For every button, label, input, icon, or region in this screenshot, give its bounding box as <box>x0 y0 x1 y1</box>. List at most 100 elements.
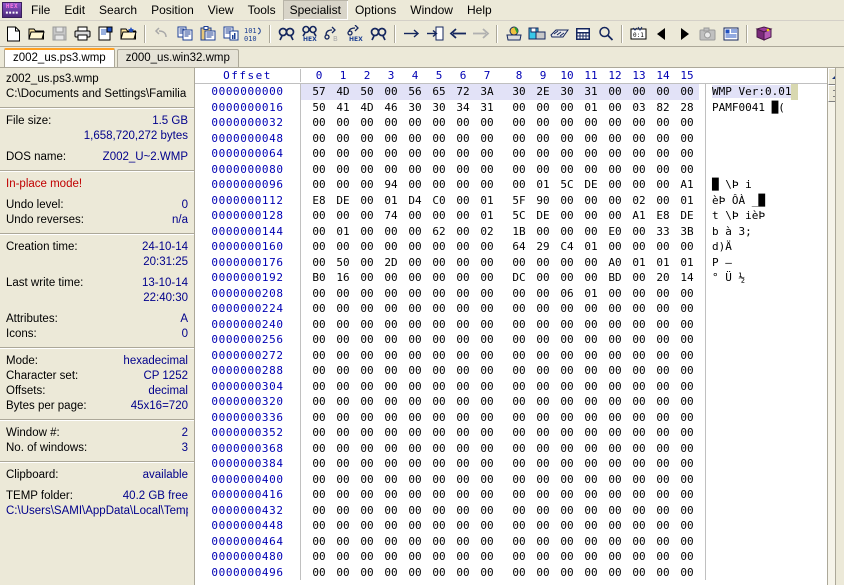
hex-row-bytes[interactable]: 00 00 00 00 00 00 00 00 00 00 00 00 00 00 00 00 <box>300 502 699 518</box>
hex-byte-cell[interactable]: 00 <box>355 395 379 408</box>
hex-row[interactable]: 0000000400 00 00 00 00 00 00 00 00 00 00 00 00 00 00 00… <box>195 471 827 487</box>
hex-byte-cell[interactable]: 00 <box>531 349 555 362</box>
hex-byte-cell[interactable]: 00 <box>531 287 555 300</box>
hex-byte-cell[interactable]: 00 <box>379 411 403 424</box>
hex-byte-cell[interactable]: 00 <box>331 473 355 486</box>
hex-byte-cell[interactable]: 00 <box>427 504 451 517</box>
hex-byte-cell[interactable]: 00 <box>427 550 451 563</box>
hex-byte-cell[interactable]: 00 <box>427 473 451 486</box>
hex-byte-cell[interactable]: 00 <box>579 488 603 501</box>
hex-byte-cell[interactable]: 00 <box>379 550 403 563</box>
hex-row-ascii[interactable] <box>705 394 827 410</box>
hex-byte-cell[interactable]: 01 <box>579 287 603 300</box>
hex-row[interactable]: 0000000096 00 00 00 94 00 00 00 00 00 01 5C DE 00 00 00… <box>195 177 827 193</box>
hex-byte-cell[interactable]: 00 <box>331 535 355 548</box>
hex-byte-cell[interactable]: 00 <box>603 535 627 548</box>
hex-byte-cell[interactable]: 00 <box>531 519 555 532</box>
calc-converter-icon[interactable]: 0:1 <box>627 23 650 45</box>
hex-row-bytes[interactable]: 00 00 00 00 00 00 00 00 00 00 00 00 00 00 00 00 <box>300 363 699 379</box>
hex-byte-cell[interactable]: 00 <box>651 457 675 470</box>
hex-byte-cell[interactable]: 00 <box>403 519 427 532</box>
hex-byte-cell[interactable]: 00 <box>603 116 627 129</box>
hex-byte-cell[interactable]: 00 <box>331 178 355 191</box>
hex-byte-cell[interactable]: 00 <box>555 442 579 455</box>
hex-byte-cell[interactable]: 00 <box>355 380 379 393</box>
hex-byte-cell[interactable]: 00 <box>355 116 379 129</box>
hex-byte-cell[interactable]: 00 <box>579 147 603 160</box>
hex-byte-cell[interactable]: DE <box>331 194 355 207</box>
hex-byte-cell[interactable]: 00 <box>307 519 331 532</box>
hex-byte-cell[interactable]: 00 <box>403 256 427 269</box>
hex-byte-cell[interactable]: 00 <box>603 504 627 517</box>
hex-row-bytes[interactable]: 00 00 00 00 00 00 00 00 00 00 00 00 00 00 00 00 <box>300 425 699 441</box>
hex-byte-cell[interactable]: 00 <box>675 488 699 501</box>
menu-item-options[interactable]: Options <box>348 0 403 20</box>
hex-byte-cell[interactable]: 00 <box>531 271 555 284</box>
hex-byte-cell[interactable]: 00 <box>403 364 427 377</box>
hex-byte-cell[interactable]: 00 <box>531 566 555 579</box>
hex-byte-cell[interactable]: 00 <box>627 442 651 455</box>
hex-byte-cell[interactable]: 01 <box>379 194 403 207</box>
hex-row-ascii[interactable]: ° Ü ½ <box>705 270 827 286</box>
hex-byte-cell[interactable]: 00 <box>603 457 627 470</box>
hex-byte-cell[interactable]: E8 <box>651 209 675 222</box>
hex-byte-cell[interactable]: 00 <box>603 318 627 331</box>
hex-byte-cell[interactable]: 00 <box>475 395 499 408</box>
hex-byte-cell[interactable]: 3A <box>475 85 499 98</box>
hex-byte-cell[interactable]: 00 <box>507 116 531 129</box>
hex-row[interactable]: 0000000192 B0 16 00 00 00 00 00 00 DC 00 00 00 BD 00 20… <box>195 270 827 286</box>
hex-byte-cell[interactable]: 00 <box>603 395 627 408</box>
hex-byte-cell[interactable]: 50 <box>355 85 379 98</box>
menu-item-file[interactable]: File <box>24 0 57 20</box>
hex-byte-cell[interactable]: 00 <box>675 349 699 362</box>
hex-byte-cell[interactable]: E0 <box>603 225 627 238</box>
hex-byte-cell[interactable]: 00 <box>403 333 427 346</box>
hex-byte-cell[interactable]: 00 <box>603 426 627 439</box>
hex-byte-cell[interactable]: 00 <box>307 550 331 563</box>
hex-byte-cell[interactable]: 00 <box>331 566 355 579</box>
hex-byte-cell[interactable]: 00 <box>579 318 603 331</box>
hex-byte-cell[interactable]: 00 <box>531 132 555 145</box>
hex-byte-cell[interactable]: 00 <box>579 442 603 455</box>
hex-byte-cell[interactable]: 00 <box>603 147 627 160</box>
hex-byte-cell[interactable]: 00 <box>627 302 651 315</box>
hex-byte-cell[interactable]: 00 <box>531 395 555 408</box>
hex-byte-cell[interactable]: B0 <box>307 271 331 284</box>
replace-text-icon[interactable]: B <box>321 23 344 45</box>
hex-row[interactable]: 0000000144 00 01 00 00 00 62 00 02 1B 00 00 00 E0 00 33… <box>195 223 827 239</box>
hex-byte-cell[interactable]: 00 <box>531 333 555 346</box>
hex-byte-cell[interactable]: 02 <box>627 194 651 207</box>
hex-byte-cell[interactable]: 00 <box>531 163 555 176</box>
hex-row-ascii[interactable] <box>705 146 827 162</box>
hex-row-ascii[interactable] <box>705 301 827 317</box>
hex-byte-cell[interactable]: 00 <box>531 380 555 393</box>
hex-byte-cell[interactable]: 00 <box>451 473 475 486</box>
hex-row-bytes[interactable]: 00 00 00 00 00 00 00 00 00 00 00 00 00 00 00 00 <box>300 161 699 177</box>
hex-byte-cell[interactable]: 00 <box>331 287 355 300</box>
hex-byte-cell[interactable]: 00 <box>403 225 427 238</box>
hex-byte-cell[interactable]: 03 <box>627 101 651 114</box>
hex-byte-cell[interactable]: 00 <box>675 473 699 486</box>
hex-byte-cell[interactable]: 00 <box>675 535 699 548</box>
hex-byte-cell[interactable]: 00 <box>475 457 499 470</box>
hex-byte-cell[interactable]: 00 <box>307 302 331 315</box>
hex-row-bytes[interactable]: 00 00 00 74 00 00 00 01 5C DE 00 00 00 A1 E8 DE <box>300 208 699 224</box>
hex-row-bytes[interactable]: 00 50 00 2D 00 00 00 00 00 00 00 00 A0 01 01 01 <box>300 254 699 270</box>
hex-byte-cell[interactable]: 00 <box>531 488 555 501</box>
hex-byte-cell[interactable]: 00 <box>379 318 403 331</box>
hex-byte-cell[interactable]: 00 <box>331 209 355 222</box>
hex-byte-cell[interactable]: 00 <box>331 147 355 160</box>
hex-byte-cell[interactable]: 00 <box>579 566 603 579</box>
hex-row[interactable]: 0000000064 00 00 00 00 00 00 00 00 00 00 00 00 00 00 00… <box>195 146 827 162</box>
hex-byte-cell[interactable]: 00 <box>475 380 499 393</box>
hex-byte-cell[interactable]: 00 <box>355 473 379 486</box>
hex-row-ascii[interactable] <box>705 378 827 394</box>
hex-byte-cell[interactable]: 00 <box>579 271 603 284</box>
hex-byte-cell[interactable]: 00 <box>507 411 531 424</box>
hex-byte-cell[interactable]: 00 <box>427 209 451 222</box>
hex-byte-cell[interactable]: 00 <box>427 442 451 455</box>
hex-byte-cell[interactable]: 00 <box>675 519 699 532</box>
hex-byte-cell[interactable]: 00 <box>675 132 699 145</box>
hex-byte-cell[interactable]: 00 <box>579 225 603 238</box>
hex-byte-cell[interactable]: 00 <box>555 566 579 579</box>
